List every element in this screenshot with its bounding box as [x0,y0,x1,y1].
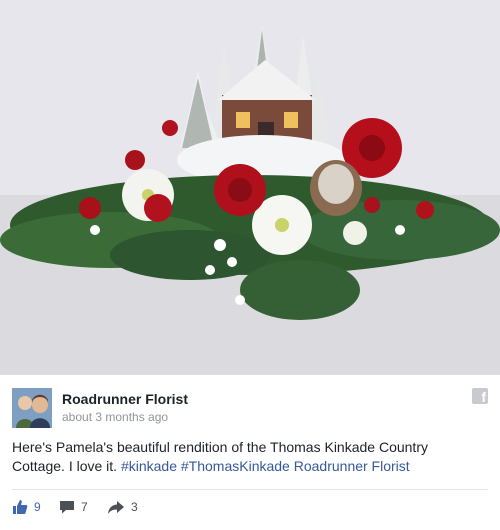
hashtag-link[interactable]: #ThomasKinkade [181,458,290,474]
share-arrow-icon [108,501,124,514]
share-button[interactable]: 3 [107,499,138,515]
avatar-image [12,388,52,428]
divider [12,489,488,490]
comment-count: 7 [81,500,88,514]
post-photo[interactable] [0,0,500,374]
post-timestamp[interactable]: about 3 months ago [62,410,168,424]
like-count: 9 [34,500,41,514]
page-name-link[interactable]: Roadrunner Florist [62,391,188,407]
thumbs-up-icon [13,500,28,514]
like-button[interactable]: 9 [12,499,41,515]
facebook-icon[interactable]: f [472,388,488,404]
comment-bubble-icon [60,501,74,514]
hashtag-link[interactable]: #kinkade [121,458,177,474]
share-count: 3 [131,500,138,514]
post-card: Roadrunner Florist about 3 months ago f … [0,374,500,530]
comment-button[interactable]: 7 [59,499,88,515]
post-body: Here's Pamela's beautiful rendition of t… [12,438,482,476]
flower-arrangement-image [0,0,500,374]
avatar[interactable] [12,388,52,428]
page-mention-link[interactable]: Roadrunner Florist [294,458,410,474]
